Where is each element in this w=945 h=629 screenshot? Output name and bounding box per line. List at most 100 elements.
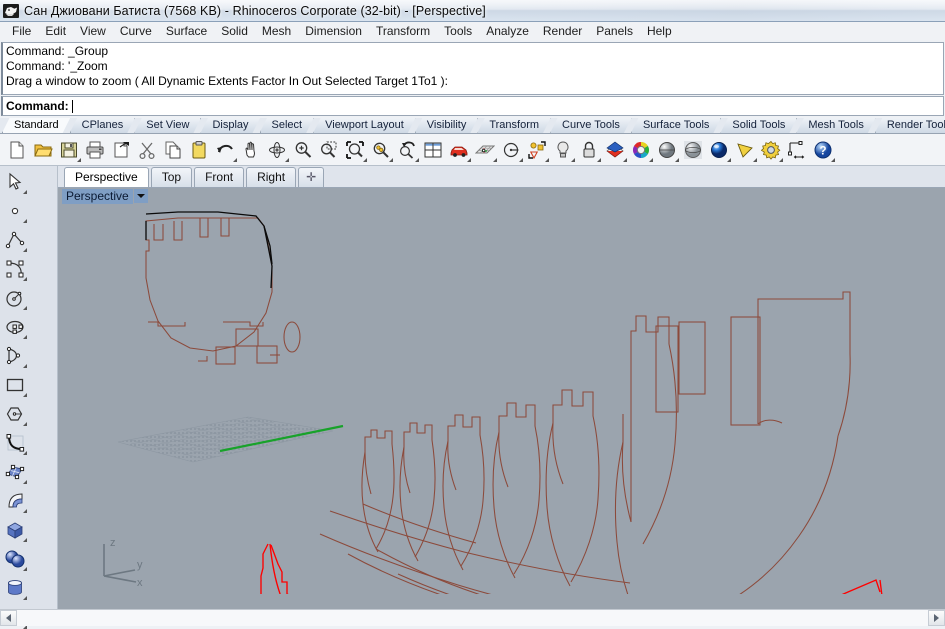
undo-view-change-icon[interactable]: [394, 137, 420, 163]
color-wheel-icon[interactable]: [628, 137, 654, 163]
export-icon[interactable]: [108, 137, 134, 163]
menu-item-file[interactable]: File: [5, 22, 38, 40]
rotate-view-icon[interactable]: [264, 137, 290, 163]
paste-clipboard-icon[interactable]: [186, 137, 212, 163]
layer-color-icon[interactable]: [602, 137, 628, 163]
menu-item-render[interactable]: Render: [536, 22, 589, 40]
toolbar-tab-standard[interactable]: Standard: [2, 118, 71, 133]
cplane-grid-icon[interactable]: [472, 137, 498, 163]
toolbar-tab-render-tools[interactable]: Render Tools: [875, 118, 945, 133]
menu-item-mesh[interactable]: Mesh: [255, 22, 298, 40]
menu-item-dimension[interactable]: Dimension: [298, 22, 369, 40]
cut-scissors-icon[interactable]: [134, 137, 160, 163]
scrollbar-track[interactable]: [17, 610, 928, 626]
perspective-viewport-canvas[interactable]: z y x: [58, 204, 945, 609]
scroll-right-arrow-icon[interactable]: [928, 610, 945, 626]
toolbar-tab-cplanes[interactable]: CPlanes: [70, 118, 136, 133]
menu-item-edit[interactable]: Edit: [38, 22, 73, 40]
menu-item-help[interactable]: Help: [640, 22, 679, 40]
zoom-extents-icon[interactable]: [342, 137, 368, 163]
ellipse-icon[interactable]: [0, 312, 29, 341]
named-view-car-icon[interactable]: [446, 137, 472, 163]
ghosted-sphere-icon[interactable]: [680, 137, 706, 163]
zoom-selected-icon[interactable]: [368, 137, 394, 163]
menu-item-panels[interactable]: Panels: [589, 22, 640, 40]
polyline-icon[interactable]: [0, 225, 29, 254]
toolbar-tab-mesh-tools[interactable]: Mesh Tools: [796, 118, 875, 133]
toolbar-tab-set-view[interactable]: Set View: [134, 118, 201, 133]
flyout-corner: [363, 157, 367, 162]
select-objects-icon[interactable]: [524, 137, 550, 163]
pan-hand-icon[interactable]: [238, 137, 264, 163]
viewport-tab-top[interactable]: Top: [150, 167, 193, 187]
options-gear-icon[interactable]: [758, 137, 784, 163]
toolbar-tab-solid-tools[interactable]: Solid Tools: [720, 118, 797, 133]
control-point-curve-icon[interactable]: [0, 254, 29, 283]
horizontal-scrollbar[interactable]: [0, 609, 945, 626]
save-file-icon[interactable]: [56, 137, 82, 163]
four-viewport-icon[interactable]: [420, 137, 446, 163]
copy-icon[interactable]: [160, 137, 186, 163]
osnap-circle-icon[interactable]: [498, 137, 524, 163]
menu-item-surface[interactable]: Surface: [159, 22, 214, 40]
toolbar-tab-transform[interactable]: Transform: [477, 118, 551, 133]
rhino-application-window: Сан Джиовани Батиста (7568 KB) - Rhinoce…: [0, 0, 945, 629]
boolean-union-icon[interactable]: [0, 544, 29, 573]
toolbar-tab-viewport-layout[interactable]: Viewport Layout: [313, 118, 416, 133]
window-titlebar[interactable]: Сан Джиовани Батиста (7568 KB) - Rhinoce…: [0, 0, 945, 22]
menu-item-curve[interactable]: Curve: [113, 22, 159, 40]
dimension-icon[interactable]: [784, 137, 810, 163]
render-preview-icon[interactable]: [732, 137, 758, 163]
viewport-tab-right[interactable]: Right: [246, 167, 297, 187]
print-icon[interactable]: [82, 137, 108, 163]
toolbar-tab-curve-tools[interactable]: Curve Tools: [550, 118, 632, 133]
menu-item-solid[interactable]: Solid: [214, 22, 255, 40]
flyout-corner: [779, 157, 783, 162]
add-viewport-tab-icon[interactable]: ✛: [298, 167, 325, 187]
flyout-corner: [519, 157, 523, 162]
undo-arrow-icon[interactable]: [212, 137, 238, 163]
main-toolbar: ?: [0, 134, 945, 166]
viewport-tab-front[interactable]: Front: [194, 167, 245, 187]
toolbar-tab-visibility[interactable]: Visibility: [415, 118, 479, 133]
flyout-corner: [23, 480, 27, 484]
menu-item-tools[interactable]: Tools: [437, 22, 479, 40]
toolbar-tab-surface-tools[interactable]: Surface Tools: [631, 118, 721, 133]
zoom-window-icon[interactable]: [316, 137, 342, 163]
viewport-titlebar: Perspective: [58, 188, 945, 204]
surface-from-points-icon[interactable]: [0, 457, 29, 486]
point-object-icon[interactable]: [0, 196, 29, 225]
arc-icon[interactable]: [0, 341, 29, 370]
menu-item-transform[interactable]: Transform: [369, 22, 437, 40]
circle-icon[interactable]: [0, 283, 29, 312]
rectangle-icon[interactable]: [0, 370, 29, 399]
box-solid-icon[interactable]: [0, 515, 29, 544]
rendered-sphere-icon[interactable]: [706, 137, 732, 163]
menu-item-analyze[interactable]: Analyze: [479, 22, 536, 40]
surface-sweep-icon[interactable]: [0, 486, 29, 515]
scroll-left-arrow-icon[interactable]: [0, 610, 17, 626]
flyout-corner: [545, 157, 549, 162]
help-question-icon[interactable]: ?: [810, 137, 836, 163]
polygon-icon[interactable]: [0, 399, 29, 428]
layer-light-bulb-icon[interactable]: [550, 137, 576, 163]
ship-wireframe-model: z y x: [103, 211, 883, 594]
zoom-in-icon[interactable]: [290, 137, 316, 163]
command-prompt[interactable]: Command:: [1, 96, 944, 116]
shaded-sphere-icon[interactable]: [654, 137, 680, 163]
cylinder-solid-icon[interactable]: [0, 573, 29, 602]
select-arrow-icon[interactable]: [0, 167, 29, 196]
flyout-corner: [23, 335, 27, 339]
viewport-tab-perspective[interactable]: Perspective: [64, 167, 149, 187]
menu-item-view[interactable]: View: [73, 22, 113, 40]
flyout-corner: [753, 157, 757, 162]
axis-label-z: z: [110, 537, 116, 549]
new-file-icon[interactable]: [4, 137, 30, 163]
toolbar-tab-display[interactable]: Display: [200, 118, 260, 133]
curve-fillet-icon[interactable]: [0, 428, 29, 457]
layer-lock-icon[interactable]: [576, 137, 602, 163]
toolbar-tab-select[interactable]: Select: [260, 118, 315, 133]
chevron-down-icon[interactable]: [133, 189, 148, 203]
open-file-icon[interactable]: [30, 137, 56, 163]
command-history[interactable]: Command: _Group Command: '_Zoom Drag a w…: [1, 42, 944, 95]
